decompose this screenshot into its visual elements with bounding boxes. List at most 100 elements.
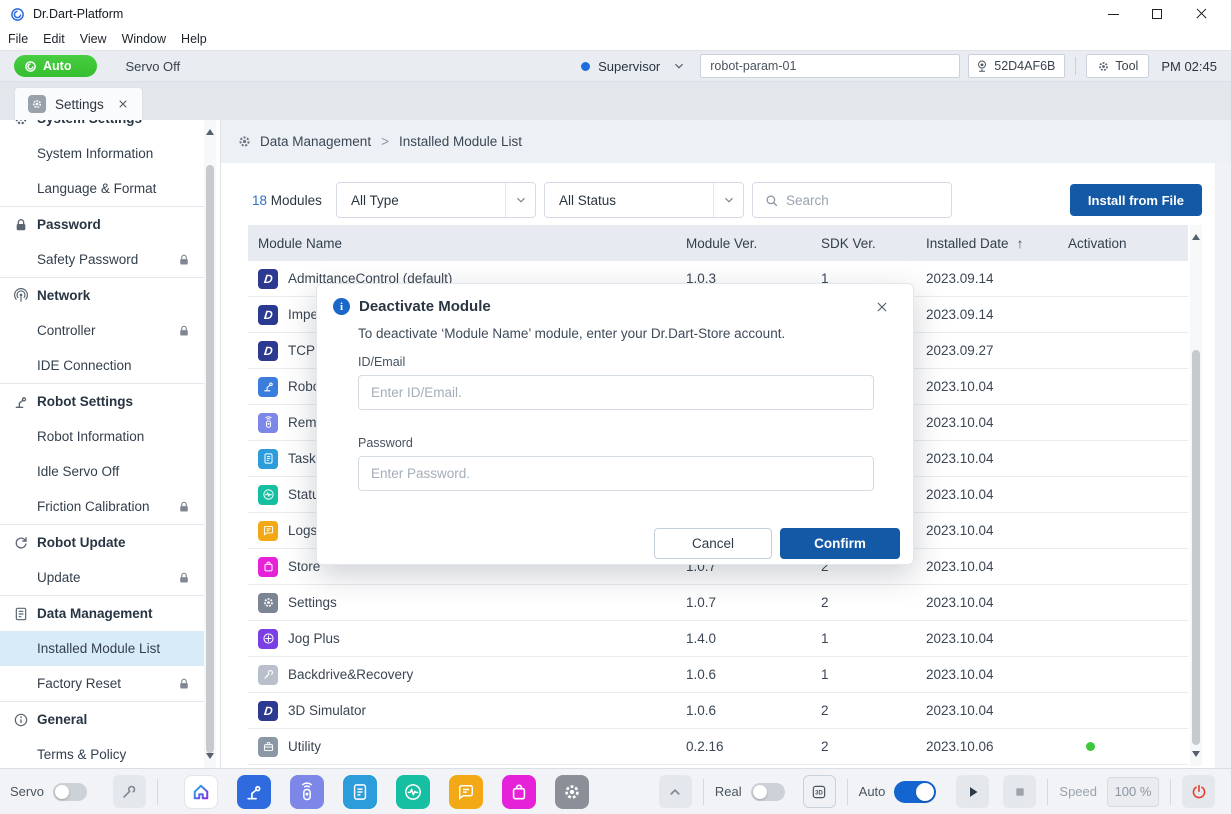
- sidebar-item-system-information[interactable]: System Information: [0, 136, 205, 171]
- table-row[interactable]: Backdrive&Recovery1.0.612023.10.04: [248, 657, 1188, 693]
- status-filter-select[interactable]: All Status: [544, 182, 744, 218]
- collapse-panel-button[interactable]: [659, 775, 692, 808]
- sidebar-item-friction-calibration[interactable]: Friction Calibration: [0, 489, 205, 524]
- module-name: Statu: [288, 487, 320, 502]
- adjust-tool-button[interactable]: [113, 775, 146, 808]
- dock-app-chat[interactable]: [449, 775, 483, 809]
- sidebar-section-robot-update[interactable]: Robot Update: [0, 525, 205, 560]
- sidebar-item-update[interactable]: Update: [0, 560, 205, 595]
- module-version: 1.0.7: [678, 595, 813, 610]
- table-row[interactable]: Settings1.0.722023.10.04: [248, 585, 1188, 621]
- sidebar-item-language-format[interactable]: Language & Format: [0, 171, 205, 206]
- menu-window[interactable]: Window: [122, 32, 166, 46]
- module-name: Settings: [288, 595, 337, 610]
- sdk-version: 2: [813, 739, 918, 754]
- sidebar-item-installed-module-list[interactable]: Installed Module List: [0, 631, 205, 666]
- sidebar-section-network[interactable]: Network: [0, 278, 205, 313]
- dock-app-remote[interactable]: [290, 775, 324, 809]
- column-activation[interactable]: Activation: [1060, 236, 1150, 251]
- cancel-button[interactable]: Cancel: [654, 528, 772, 559]
- id-email-input[interactable]: [358, 375, 874, 410]
- dock-app-home[interactable]: [184, 775, 218, 809]
- password-input[interactable]: [358, 456, 874, 491]
- tab-close-icon[interactable]: [117, 98, 129, 110]
- installed-date: 2023.10.06: [918, 739, 1060, 754]
- tool-button[interactable]: Tool: [1086, 54, 1149, 78]
- sidebar-item-terms-policy[interactable]: Terms & Policy: [0, 737, 205, 768]
- sidebar-item-safety-password[interactable]: Safety Password: [0, 242, 205, 277]
- sidebar-item-ide-connection[interactable]: IDE Connection: [0, 348, 205, 383]
- robot-param-input[interactable]: [700, 54, 960, 78]
- column-sdk-ver[interactable]: SDK Ver.: [813, 236, 918, 251]
- divider: [703, 779, 704, 805]
- scroll-down-arrow[interactable]: [1192, 751, 1200, 759]
- sidebar-item-factory-reset[interactable]: Factory Reset: [0, 666, 205, 701]
- sidebar-section-robot-settings[interactable]: Robot Settings: [0, 384, 205, 419]
- dialog-close-icon[interactable]: [875, 300, 889, 314]
- dock-app-gear[interactable]: [555, 775, 589, 809]
- 3d-view-button[interactable]: 3D: [803, 775, 836, 808]
- module-count: 18 Modules: [252, 193, 336, 208]
- sidebar-item-robot-information[interactable]: Robot Information: [0, 419, 205, 454]
- power-button[interactable]: [1182, 775, 1215, 808]
- scrollbar-thumb[interactable]: [206, 165, 214, 753]
- dock-app-status[interactable]: [396, 775, 430, 809]
- sidebar-section-password[interactable]: Password: [0, 207, 205, 242]
- sidebar-item-idle-servo-off[interactable]: Idle Servo Off: [0, 454, 205, 489]
- installed-date: 2023.10.04: [918, 379, 1060, 394]
- real-toggle[interactable]: [751, 783, 785, 801]
- menu-help[interactable]: Help: [181, 32, 207, 46]
- column-installed-date[interactable]: Installed Date↑: [918, 236, 1060, 251]
- scroll-down-arrow[interactable]: [206, 753, 214, 761]
- scrollbar-thumb[interactable]: [1192, 350, 1200, 745]
- dock-app-robot[interactable]: [237, 775, 271, 809]
- type-filter-select[interactable]: All Type: [336, 182, 536, 218]
- menu-file[interactable]: File: [8, 32, 28, 46]
- search-input[interactable]: [786, 183, 951, 217]
- confirm-button[interactable]: Confirm: [780, 528, 900, 559]
- sidebar-scrollbar[interactable]: [204, 120, 216, 768]
- module-name: 3D Simulator: [288, 703, 366, 718]
- chevron-down-icon[interactable]: [672, 59, 686, 73]
- install-from-file-button[interactable]: Install from File: [1070, 184, 1202, 216]
- play-button[interactable]: [956, 775, 989, 808]
- sidebar-section-data-management[interactable]: Data Management: [0, 596, 205, 631]
- column-module-name[interactable]: Module Name: [248, 236, 678, 251]
- tab-settings[interactable]: Settings: [14, 87, 143, 120]
- role-label[interactable]: Supervisor: [598, 59, 660, 74]
- auto-toggle[interactable]: [894, 781, 936, 803]
- sidebar-section-system-settings[interactable]: System Settings: [0, 120, 205, 136]
- sdk-version: 1: [813, 667, 918, 682]
- breadcrumb-parent[interactable]: Data Management: [260, 134, 371, 149]
- stop-button[interactable]: [1003, 775, 1036, 808]
- table-scrollbar[interactable]: [1190, 225, 1202, 766]
- dock-app-doc[interactable]: [343, 775, 377, 809]
- remote-module-icon: [258, 413, 278, 433]
- scroll-up-arrow[interactable]: [1192, 232, 1200, 240]
- tool-label: Tool: [1115, 59, 1138, 73]
- row-menu-button[interactable]: [1184, 630, 1188, 652]
- minimize-button[interactable]: [1091, 1, 1135, 27]
- scroll-up-arrow[interactable]: [206, 127, 214, 135]
- sidebar-item-controller[interactable]: Controller: [0, 313, 205, 348]
- device-id-badge[interactable]: 52D4AF6B: [968, 54, 1065, 78]
- search-box[interactable]: [752, 182, 952, 218]
- document-icon: [13, 606, 29, 622]
- menu-edit[interactable]: Edit: [43, 32, 65, 46]
- servo-toggle[interactable]: [53, 783, 87, 801]
- maximize-button[interactable]: [1135, 1, 1179, 27]
- menu-view[interactable]: View: [80, 32, 107, 46]
- sidebar-section-general[interactable]: General: [0, 702, 205, 737]
- speed-value[interactable]: 100 %: [1107, 777, 1159, 807]
- row-menu-button[interactable]: [1184, 738, 1188, 760]
- dock-app-bag[interactable]: [502, 775, 536, 809]
- status-filter-value: All Status: [545, 193, 713, 208]
- tab-label: Settings: [55, 97, 104, 112]
- table-row[interactable]: Utility0.2.1622023.10.06: [248, 729, 1188, 765]
- servo-status-label: Servo Off: [125, 59, 180, 74]
- table-row[interactable]: Jog Plus1.4.012023.10.04: [248, 621, 1188, 657]
- close-button[interactable]: [1179, 1, 1223, 27]
- column-module-ver[interactable]: Module Ver.: [678, 236, 813, 251]
- table-row[interactable]: D3D Simulator1.0.622023.10.04: [248, 693, 1188, 729]
- mode-badge[interactable]: Auto: [14, 55, 97, 77]
